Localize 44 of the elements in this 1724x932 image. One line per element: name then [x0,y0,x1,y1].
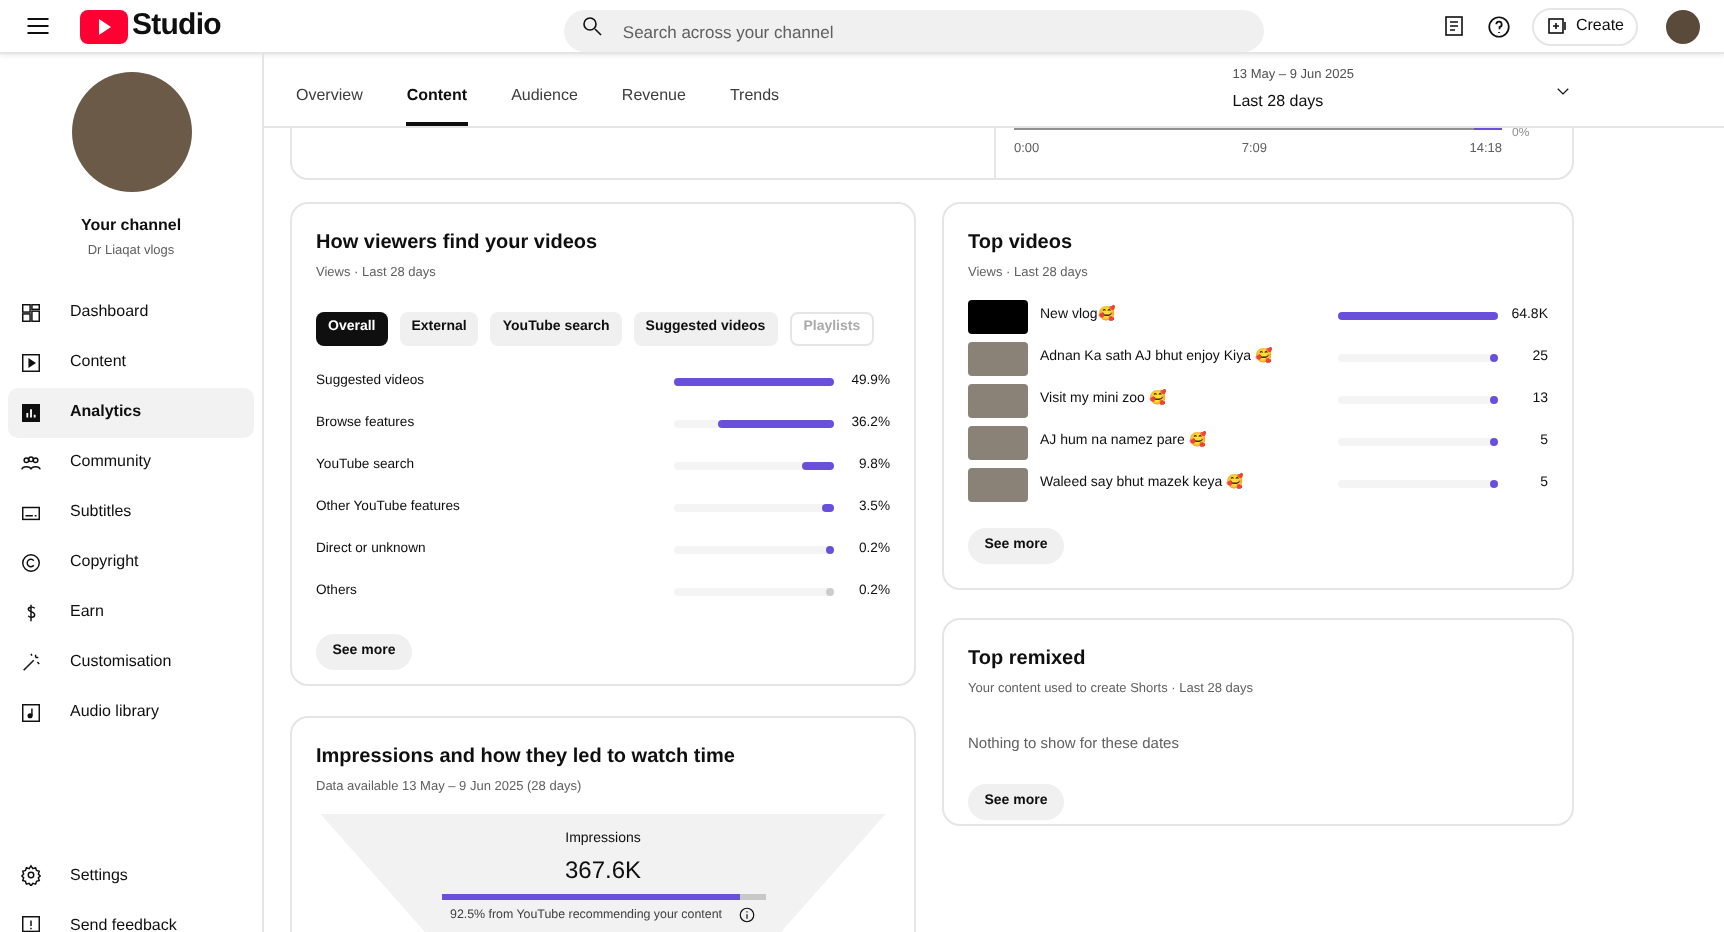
create-button[interactable]: Create [1531,7,1638,45]
search-icon [580,14,605,38]
menu-icon [24,12,52,40]
sidebar-item[interactable]: Settings [8,850,254,900]
copyright-icon [20,551,42,574]
search-field[interactable]: Search across your channel [564,10,1265,52]
sidebar-item[interactable]: Send feedback [8,900,254,932]
gear-icon [20,864,42,886]
sidebar-item[interactable]: Dashboard [8,287,254,338]
sidebar-item[interactable]: Audio library [8,687,254,738]
people-icon [20,451,42,474]
info-icon [737,906,756,925]
sidebar-item[interactable]: Subtitles [8,487,254,538]
card-title: Top remixed [968,646,1088,674]
tab[interactable]: Revenue [621,70,686,126]
message-icon [1441,14,1466,38]
avatar[interactable] [1666,9,1700,43]
photo-placeholder[interactable] [968,299,1028,334]
help-icon [1485,13,1512,39]
channel-title: Your channel [80,214,182,238]
card-title: Top videos [968,230,1075,258]
sidebar-item[interactable]: Community [8,437,254,488]
sidebar-item[interactable]: Content [8,337,254,388]
tab[interactable]: Trends [729,70,780,126]
add-video-icon [1545,14,1570,38]
tab[interactable]: Overview [296,70,363,126]
tab[interactable]: Content [406,70,468,126]
bar-chart-icon [20,401,42,424]
play-box-icon [20,351,42,374]
logo-text[interactable]: Studio [132,3,221,49]
card-title: Impressions and how they led to watch time [316,744,737,772]
sidebar-item[interactable]: Copyright [8,537,254,588]
play-logo-icon [80,9,128,43]
sidebar-item[interactable]: Analytics [8,387,254,438]
music-note-box-icon [20,701,42,724]
sidebar-item[interactable]: Customisation [8,637,254,688]
magic-wand-icon [20,651,42,674]
card-title: How viewers find your videos [316,230,600,258]
sidebar-item[interactable]: Earn [8,587,254,638]
tab[interactable]: Audience [511,70,578,126]
subtitles-icon [20,501,42,524]
metric-value: 367.6K [564,854,642,889]
feedback-icon [20,914,42,932]
dashboard-icon [20,301,42,324]
